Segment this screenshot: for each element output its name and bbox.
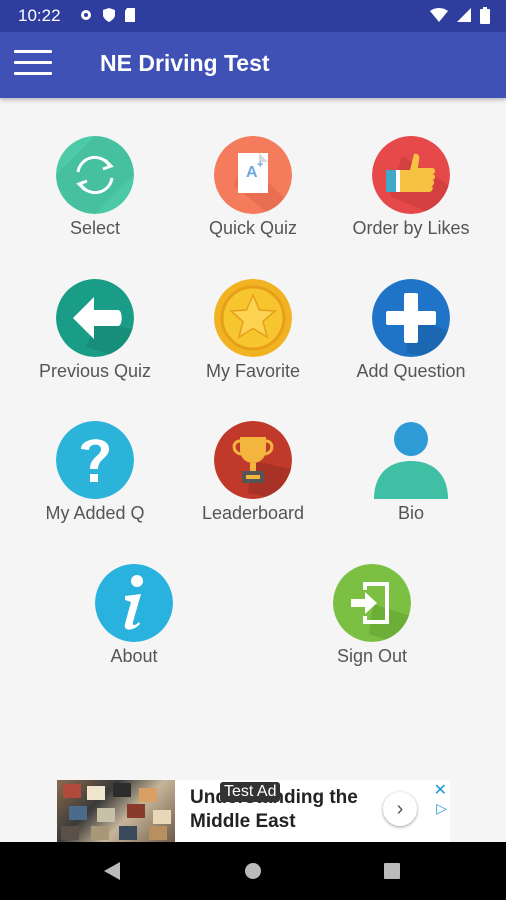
hamburger-line — [14, 72, 52, 75]
menu-item-label: My Added Q — [45, 503, 145, 523]
menu-item-quick-quiz[interactable]: A + Quick Quiz — [173, 136, 333, 256]
menu-item-previous-quiz[interactable]: Previous Quiz — [15, 279, 175, 399]
ad-banner[interactable]: Understanding the Middle East Test Ad › … — [57, 780, 450, 842]
status-time: 10:22 — [18, 6, 61, 25]
person-icon — [372, 421, 450, 499]
chevron-right-icon: › — [396, 797, 404, 820]
menu-item-label: Add Question — [356, 361, 466, 381]
sign-out-icon — [333, 564, 411, 642]
ad-headline[interactable]: Understanding the Middle East — [190, 786, 380, 834]
menu-item-label: Quick Quiz — [208, 218, 298, 238]
signal-icon — [457, 8, 471, 22]
ad-arrow-button[interactable]: › — [383, 792, 417, 826]
status-system-icons — [430, 7, 490, 24]
battery-icon — [480, 7, 490, 24]
info-icon — [95, 564, 173, 642]
close-icon[interactable]: ✕ — [434, 780, 447, 800]
sd-card-icon — [125, 8, 135, 22]
menu-item-label: Previous Quiz — [38, 361, 152, 381]
trophy-icon — [214, 421, 292, 499]
ad-thumbnail-image — [57, 780, 175, 842]
recents-square-icon — [384, 863, 400, 879]
menu-item-select[interactable]: Select — [15, 136, 175, 256]
hamburger-line — [14, 50, 52, 53]
menu-item-sign-out[interactable]: Sign Out — [292, 564, 452, 684]
settings-icon — [81, 10, 91, 20]
arrow-left-icon — [56, 279, 134, 357]
menu-item-label: Bio — [397, 503, 424, 523]
recents-button[interactable] — [384, 863, 400, 884]
thumbs-up-icon — [372, 136, 450, 214]
back-button[interactable] — [103, 861, 121, 886]
menu-item-my-added-q[interactable]: My Added Q — [15, 421, 175, 541]
menu-item-order-by-likes[interactable]: Order by Likes — [331, 136, 491, 256]
menu-item-label: Sign Out — [336, 646, 408, 666]
wifi-icon — [430, 8, 448, 22]
refresh-icon — [56, 136, 134, 214]
menu-item-label: My Favorite — [205, 361, 301, 381]
test-ad-badge: Test Ad — [220, 782, 281, 802]
menu-item-bio[interactable]: Bio — [331, 421, 491, 541]
menu-item-about[interactable]: About — [54, 564, 214, 684]
menu-item-label: Leaderboard — [201, 503, 305, 523]
star-icon — [214, 279, 292, 357]
menu-item-label: Order by Likes — [352, 218, 470, 238]
menu-item-my-favorite[interactable]: My Favorite — [173, 279, 333, 399]
app-bar: NE Driving Test — [0, 32, 506, 98]
back-triangle-icon — [104, 862, 120, 880]
menu-item-label: Select — [69, 218, 121, 238]
home-circle-icon — [245, 863, 261, 879]
question-mark-icon — [56, 421, 134, 499]
grade-document-icon: A + — [214, 136, 292, 214]
svg-text:+: + — [257, 159, 263, 171]
system-navigation-bar — [0, 842, 506, 900]
menu-item-label: About — [110, 646, 158, 666]
home-button[interactable] — [244, 862, 262, 885]
menu-item-leaderboard[interactable]: Leaderboard — [173, 421, 333, 541]
plus-icon — [372, 279, 450, 357]
app-title: NE Driving Test — [100, 50, 270, 76]
hamburger-line — [14, 61, 52, 64]
menu-item-add-question[interactable]: Add Question — [331, 279, 491, 399]
status-notification-icons — [78, 7, 136, 23]
status-bar: 10:22 — [0, 0, 506, 32]
hamburger-menu-button[interactable] — [14, 50, 54, 80]
shield-icon — [103, 8, 115, 22]
ad-choices-icon[interactable]: ▷ — [436, 800, 447, 817]
